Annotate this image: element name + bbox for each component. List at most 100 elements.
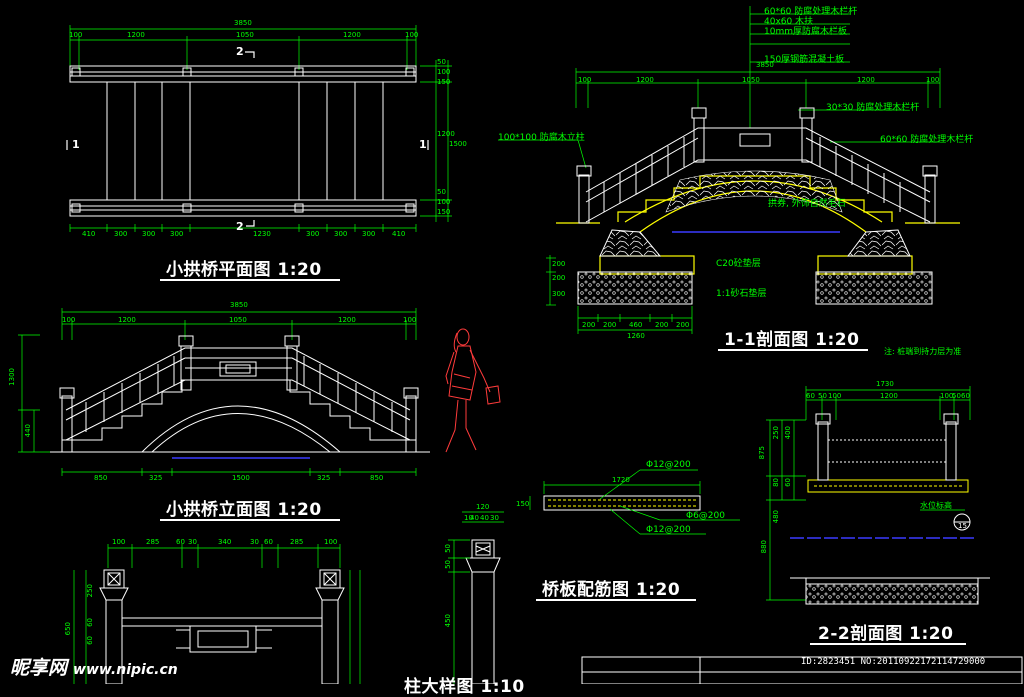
watermark-url: www.nipic.cn — [73, 662, 178, 678]
callout-railing-30: 30*30 防腐处理木栏杆 — [826, 103, 920, 113]
plan-bottom-dim-9: 410 — [392, 230, 406, 238]
section11-leaders — [498, 13, 940, 169]
plan-cut-label-top: 2 — [236, 45, 245, 58]
detail-left-dim-3: 60 — [86, 618, 94, 627]
section11-bottom-dim-1: 200 — [582, 321, 596, 329]
detail-top-dim-5: 340 — [218, 538, 232, 546]
section22-title: 2-2剖面图 1:20 — [818, 624, 954, 644]
pillar-height-3: 450 — [444, 614, 452, 628]
plan-title: 小拱桥平面图 1:20 — [166, 260, 322, 280]
rebar-title: 桥板配筋图 1:20 — [542, 580, 681, 600]
plan-bottom-dim-3: 300 — [142, 230, 156, 238]
detail-top-dim-6: 30 — [250, 538, 259, 546]
pillar-width-4: 30 — [490, 514, 499, 522]
elevation-balusters — [85, 356, 393, 432]
elevation-bottom-dim-5: 850 — [370, 474, 384, 482]
elevation-top-dim-1: 100 — [62, 316, 76, 324]
plan-right-dim-4: 1200 — [437, 130, 455, 138]
plan-bottom-dim-5: 1230 — [253, 230, 271, 238]
callout-railing-60b: 60*60 防腐处理木栏杆 — [880, 135, 974, 145]
section11-top-dim-5: 100 — [926, 76, 940, 84]
elevation-bottom-dim-4: 325 — [317, 474, 331, 482]
plan-right-dim-3: 150 — [437, 78, 451, 86]
plan-top-dim-4: 1200 — [343, 31, 361, 39]
plan-cut-label-right: 1 — [419, 138, 428, 151]
section11-top-dim-3: 1050 — [742, 76, 760, 84]
plan-bottom-dim-8: 300 — [362, 230, 376, 238]
human-scale-figure — [445, 328, 501, 453]
section22-left-dim-6: 480 — [772, 510, 780, 524]
section11-bottom-dim-3: 460 — [629, 321, 643, 329]
section11-top-dim-4: 1200 — [857, 76, 875, 84]
detail-top-dim-2: 285 — [146, 538, 160, 546]
section11-top-dim-1: 100 — [578, 76, 592, 84]
section11-bottom-dim-5: 200 — [676, 321, 690, 329]
elevation-top-dim-5: 100 — [403, 316, 417, 324]
section11-left-dim-2: 200 — [552, 274, 566, 282]
plan-posts — [71, 67, 415, 213]
section11-left-dim-1: 200 — [552, 260, 566, 268]
plan-title-underline — [160, 279, 340, 281]
plan-cut-label-left: 1 — [72, 138, 81, 151]
section11-left-dim-3: 300 — [552, 290, 566, 298]
section22-left-dim-5: 80 — [772, 478, 780, 487]
plan-right-dim-1: 50 — [437, 58, 446, 66]
plan-bottom-dim-7: 300 — [334, 230, 348, 238]
section11-bottom-dim-2: 200 — [603, 321, 617, 329]
elevation-title-underline — [160, 519, 340, 521]
pillar-title: 柱大样图 1:10 — [404, 677, 525, 697]
detail-top-dim-8: 285 — [290, 538, 304, 546]
section11-top-dim-2: 1200 — [636, 76, 654, 84]
elevation-top-dim-2: 1200 — [118, 316, 136, 324]
section22-left-dim-4: 60 — [784, 478, 792, 487]
section22-top-dim-1: 60 — [806, 392, 815, 400]
pillar-width-1: 120 — [476, 503, 490, 511]
pillar-detail — [448, 511, 504, 684]
plan-right-dim-6: 50 — [437, 188, 446, 196]
watermark-brand: 昵享网 — [10, 657, 68, 679]
watermark-id: ID:2823451 NO:20110922172114729000 — [801, 657, 986, 667]
plan-top-dim-2: 1200 — [127, 31, 145, 39]
section-1-1 — [498, 6, 960, 334]
pillar-height-1: 50 — [444, 544, 452, 553]
rebar-thickness: 150 — [516, 500, 530, 508]
rebar-detail — [529, 469, 740, 535]
section11-bottom-total: 1260 — [627, 332, 645, 340]
elevation-top-dim-4: 1200 — [338, 316, 356, 324]
section22-top-dim-6: 50 — [952, 392, 961, 400]
elevation-bottom-dim-3: 1500 — [232, 474, 250, 482]
detail-top-dim-3: 60 — [176, 538, 185, 546]
elevation-top-dim-3: 1050 — [229, 316, 247, 324]
section11-title-underline — [718, 349, 868, 351]
base-note-gravel: 1:1砂石垫层 — [716, 289, 767, 299]
section22-overall-dim: 1730 — [876, 380, 894, 388]
section22-left-dim-7: 880 — [760, 540, 768, 554]
rebar-title-underline — [536, 599, 696, 601]
rebar-label-top: Φ12@200 — [646, 460, 691, 470]
elevation-overall-dim: 3850 — [230, 301, 248, 309]
pillar-width-3: 40 — [480, 514, 489, 522]
detail-left-dim-1: 250 — [86, 584, 94, 598]
plan-bottom-dim-4: 300 — [170, 230, 184, 238]
watermark: 昵享网 www.nipic.cn — [10, 653, 178, 680]
detail-top-dim-9: 100 — [324, 538, 338, 546]
detail-left-dim-4: 60 — [86, 636, 94, 645]
section-2-2 — [766, 386, 990, 605]
plan-top-dim-5: 100 — [405, 31, 419, 39]
elevation-bottom-dim-1: 850 — [94, 474, 108, 482]
elevation-view — [18, 308, 430, 476]
plan-right-dim-5: 1500 — [449, 140, 467, 148]
callout-slab: 150厚钢筋混凝土板 — [764, 55, 845, 65]
arch-note: 拱券, 外饰自然毛石 — [768, 199, 846, 209]
callout-post: 100*100 防腐木立柱 — [498, 133, 585, 143]
base-note-concrete: C20砼垫层 — [716, 259, 761, 269]
rebar-label-mid: Φ6@200 — [686, 511, 725, 521]
plan-overall-dim: 3850 — [234, 19, 252, 27]
section11-footnote: 注: 桩端到持力层为准 — [884, 347, 962, 356]
section11-bottom-dim-4: 200 — [655, 321, 669, 329]
section22-water-label: 水位标高 — [920, 501, 952, 510]
section22-top-dim-2: 50 — [818, 392, 827, 400]
section22-top-dim-3: 100 — [828, 392, 842, 400]
section22-marker: 15 — [958, 522, 967, 530]
detail-left-dim-2: 650 — [64, 622, 72, 636]
